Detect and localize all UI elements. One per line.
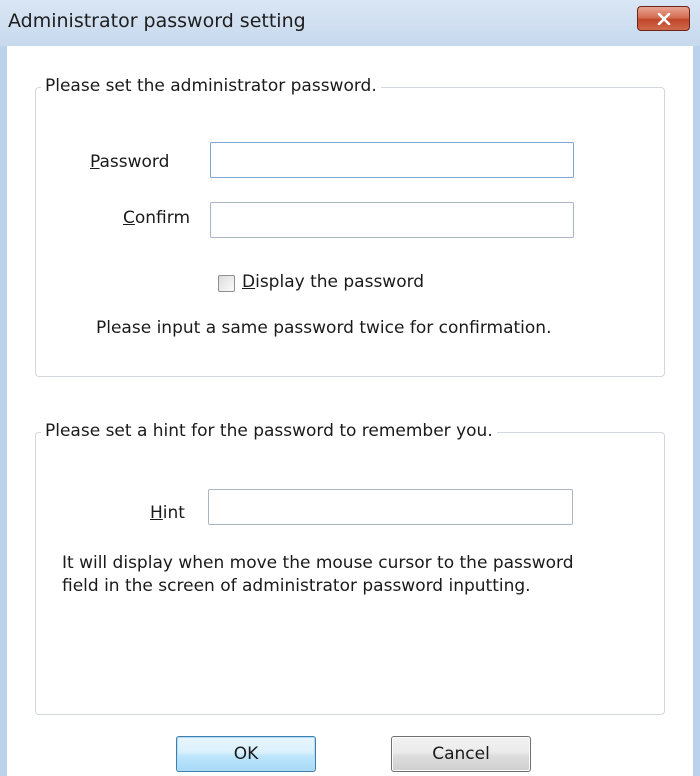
confirm-label-mnemonic: C xyxy=(123,208,135,228)
password-input[interactable] xyxy=(210,142,574,178)
password-group-legend: Please set the administrator password. xyxy=(41,76,381,96)
close-icon xyxy=(657,12,671,25)
window-title: Administrator password setting xyxy=(8,10,306,32)
confirm-label-text: onfirm xyxy=(134,208,191,228)
ok-button[interactable]: OK xyxy=(176,736,316,772)
password-label-mnemonic: P xyxy=(90,152,100,172)
confirm-input[interactable] xyxy=(210,202,574,238)
hint-info-line-1: It will display when move the mouse curs… xyxy=(62,553,574,573)
dialog-window: Administrator password setting Please se… xyxy=(0,0,700,776)
close-button[interactable] xyxy=(637,6,690,31)
display-password-label[interactable]: Display the password xyxy=(242,272,424,292)
hint-label: Hint xyxy=(150,503,185,523)
display-password-checkbox[interactable] xyxy=(218,275,235,292)
password-info-text: Please input a same password twice for c… xyxy=(96,318,552,338)
dialog-body: Please set the administrator password. P… xyxy=(7,46,693,776)
password-label: Password xyxy=(90,152,169,172)
cancel-button[interactable]: Cancel xyxy=(391,736,531,772)
display-password-text: isplay the password xyxy=(255,272,425,292)
confirm-label: Confirm xyxy=(123,208,190,228)
display-password-mnemonic: D xyxy=(242,272,256,292)
hint-label-mnemonic: H xyxy=(150,503,163,523)
hint-info-line-2: field in the screen of administrator pas… xyxy=(62,576,531,596)
password-label-text: assword xyxy=(99,152,170,172)
hint-label-text: int xyxy=(162,503,185,523)
hint-group-legend: Please set a hint for the password to re… xyxy=(41,421,497,441)
hint-input[interactable] xyxy=(208,489,573,525)
title-bar[interactable]: Administrator password setting xyxy=(0,0,700,46)
